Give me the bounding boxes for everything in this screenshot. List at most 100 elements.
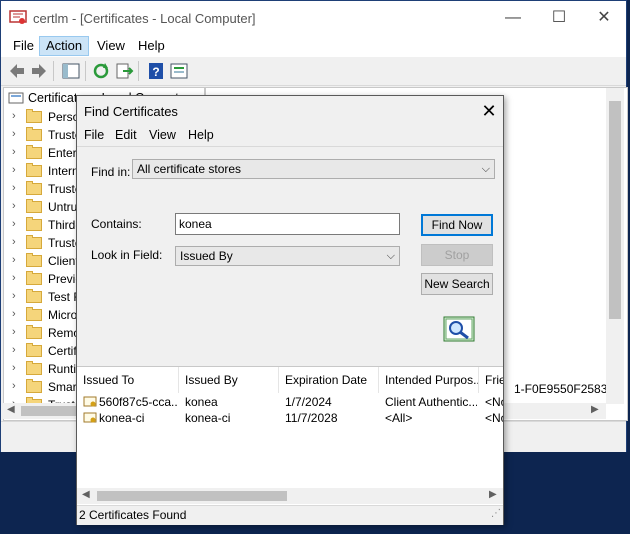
- folder-icon: [26, 235, 42, 249]
- certificate-icon: [83, 412, 97, 423]
- scroll-left-arrow-icon[interactable]: ◀: [82, 489, 90, 500]
- folder-icon: [26, 289, 42, 303]
- details-scroll-thumb[interactable]: [609, 101, 621, 319]
- chevron-right-icon[interactable]: ›: [12, 326, 16, 338]
- chevron-right-icon[interactable]: ›: [12, 308, 16, 320]
- chevron-right-icon[interactable]: ›: [12, 362, 16, 374]
- find-in-label: Find in:: [91, 165, 131, 179]
- folder-icon: [26, 271, 42, 285]
- column-header-issued-to[interactable]: Issued To: [77, 367, 179, 393]
- menu-action[interactable]: Action: [39, 36, 90, 56]
- cell-expiration-date: 1/7/2024: [285, 395, 332, 409]
- chevron-right-icon[interactable]: ›: [12, 290, 16, 302]
- cell-issued-to: 560f87c5-cca...: [99, 395, 177, 409]
- column-header-expiration-date[interactable]: Expiration Date: [279, 367, 379, 393]
- certificate-store-icon: [8, 92, 24, 104]
- help-icon[interactable]: ?: [146, 61, 166, 81]
- dialog-menu-view[interactable]: View: [149, 128, 176, 142]
- export-list-icon[interactable]: [114, 61, 134, 81]
- chevron-down-icon: ⌵: [386, 250, 395, 262]
- folder-icon: [26, 127, 42, 141]
- scroll-left-arrow-icon[interactable]: ◀: [7, 404, 15, 415]
- results-count: 2 Certificates Found: [79, 508, 187, 522]
- folder-icon: [26, 253, 42, 267]
- forward-arrow-icon[interactable]: [29, 61, 49, 81]
- properties-icon[interactable]: [169, 61, 189, 81]
- chevron-right-icon[interactable]: ›: [12, 164, 16, 176]
- table-row[interactable]: 560f87c5-cca... konea 1/7/2024 Client Au…: [77, 394, 503, 410]
- svg-text:?: ?: [152, 65, 159, 79]
- refresh-icon[interactable]: [91, 61, 111, 81]
- menu-help[interactable]: Help: [132, 37, 171, 55]
- close-button[interactable]: ✕: [581, 1, 627, 35]
- chevron-right-icon[interactable]: ›: [12, 380, 16, 392]
- folder-icon: [26, 163, 42, 177]
- look-in-field-dropdown[interactable]: Issued By ⌵: [175, 246, 400, 266]
- maximize-button[interactable]: ☐: [536, 1, 582, 35]
- dialog-menu-file[interactable]: File: [84, 128, 104, 142]
- folder-icon: [26, 343, 42, 357]
- chevron-right-icon[interactable]: ›: [12, 200, 16, 212]
- contains-input[interactable]: konea: [175, 213, 400, 235]
- chevron-right-icon[interactable]: ›: [12, 218, 16, 230]
- results-horizontal-scrollbar[interactable]: ◀ ▶: [77, 488, 503, 504]
- dialog-status-bar: 2 Certificates Found ⋰: [77, 505, 503, 525]
- dialog-menu-help[interactable]: Help: [188, 128, 214, 142]
- toolbar: ?: [1, 57, 626, 86]
- certificate-icon: [83, 396, 97, 407]
- column-header-issued-by[interactable]: Issued By: [179, 367, 279, 393]
- folder-icon: [26, 217, 42, 231]
- find-in-dropdown[interactable]: All certificate stores ⌵: [132, 159, 495, 179]
- dialog-close-button[interactable]: ✕: [475, 98, 503, 124]
- new-search-button[interactable]: New Search: [421, 273, 493, 295]
- chevron-right-icon[interactable]: ›: [12, 146, 16, 158]
- chevron-right-icon[interactable]: ›: [12, 110, 16, 122]
- cell-expiration-date: 11/7/2028: [285, 411, 338, 425]
- stop-button[interactable]: Stop: [421, 244, 493, 266]
- contains-label: Contains:: [91, 217, 142, 231]
- column-header-friendly-name[interactable]: Frie: [479, 367, 503, 393]
- chevron-down-icon: ⌵: [481, 163, 490, 175]
- window-title: certlm - [Certificates - Local Computer]: [33, 11, 256, 26]
- toolbar-separator: [85, 61, 86, 81]
- scroll-right-arrow-icon[interactable]: ▶: [591, 404, 599, 415]
- cell-friendly-name: <No: [485, 395, 503, 409]
- show-hide-tree-icon[interactable]: [61, 61, 81, 81]
- chevron-right-icon[interactable]: ›: [12, 128, 16, 140]
- cell-intended-purposes: <All>: [385, 411, 413, 425]
- cell-issued-by: konea-ci: [185, 411, 231, 425]
- menu-bar: File Action View Help: [1, 35, 626, 57]
- dialog-menu-edit[interactable]: Edit: [115, 128, 137, 142]
- scroll-right-arrow-icon[interactable]: ▶: [489, 489, 497, 500]
- details-partial-text: 1-F0E9550F2583: [514, 382, 608, 396]
- results-hscroll-thumb[interactable]: [97, 491, 287, 501]
- title-bar: certlm - [Certificates - Local Computer]…: [1, 1, 626, 35]
- toolbar-separator: [53, 61, 54, 81]
- table-row[interactable]: konea-ci konea-ci 11/7/2028 <All> <No: [77, 410, 503, 426]
- toolbar-separator: [138, 61, 139, 81]
- folder-icon: [26, 181, 42, 195]
- folder-icon: [26, 109, 42, 123]
- chevron-right-icon[interactable]: ›: [12, 182, 16, 194]
- menu-view[interactable]: View: [91, 37, 131, 55]
- menu-file[interactable]: File: [7, 37, 40, 55]
- look-in-field-value: Issued By: [180, 249, 233, 263]
- chevron-right-icon[interactable]: ›: [12, 236, 16, 248]
- certificate-app-icon: [9, 10, 27, 24]
- cell-issued-to: konea-ci: [99, 411, 145, 425]
- find-now-button[interactable]: Find Now: [421, 214, 493, 236]
- chevron-right-icon[interactable]: ›: [12, 272, 16, 284]
- find-in-value: All certificate stores: [137, 162, 242, 176]
- chevron-right-icon[interactable]: ›: [12, 254, 16, 266]
- column-header-intended-purposes[interactable]: Intended Purpos...: [379, 367, 479, 393]
- chevron-right-icon[interactable]: ›: [12, 344, 16, 356]
- minimize-button[interactable]: —: [490, 1, 536, 35]
- cell-intended-purposes: Client Authentic...: [385, 395, 477, 409]
- search-certificates-icon: [443, 316, 475, 342]
- resize-grip-icon[interactable]: ⋰: [491, 508, 501, 519]
- folder-icon: [26, 379, 42, 393]
- dialog-menu-divider: [77, 146, 503, 147]
- back-arrow-icon[interactable]: [7, 61, 27, 81]
- cell-friendly-name: <No: [485, 411, 503, 425]
- find-certificates-dialog: Find Certificates ✕ File Edit View Help …: [76, 95, 504, 525]
